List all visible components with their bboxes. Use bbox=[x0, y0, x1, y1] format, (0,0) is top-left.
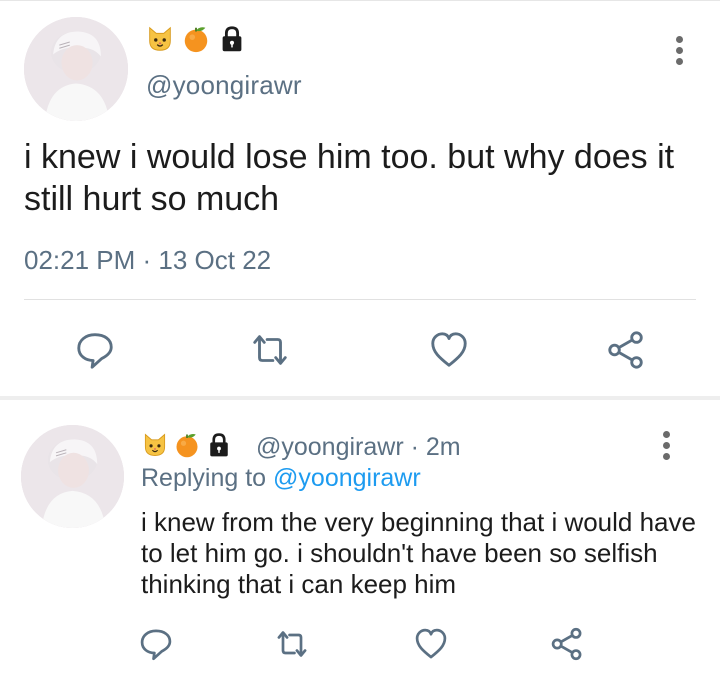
lock-icon bbox=[217, 24, 247, 54]
replying-to: Replying to @yoongirawr bbox=[141, 464, 421, 493]
cat-face-icon bbox=[141, 431, 169, 459]
like-icon[interactable] bbox=[428, 329, 470, 371]
user-handle[interactable]: @yoongirawr bbox=[146, 70, 302, 101]
avatar-photo bbox=[21, 425, 124, 528]
lock-icon bbox=[205, 431, 233, 459]
tangerine-icon bbox=[173, 431, 201, 459]
reply-handle-time[interactable]: @yoongirawr · 2m bbox=[256, 433, 461, 462]
avatar-photo bbox=[24, 17, 128, 121]
reply-icon[interactable] bbox=[138, 626, 174, 662]
retweet-icon[interactable] bbox=[274, 626, 310, 662]
replying-prefix: Replying to bbox=[141, 464, 267, 492]
avatar[interactable] bbox=[21, 425, 124, 528]
name-emoji-row bbox=[141, 431, 233, 459]
more-options-icon[interactable] bbox=[674, 36, 684, 69]
tweet-text: i knew i would lose him too. but why doe… bbox=[24, 138, 675, 218]
reply-icon[interactable] bbox=[74, 329, 116, 371]
cat-face-icon bbox=[145, 24, 175, 54]
section-separator bbox=[0, 396, 720, 400]
share-icon[interactable] bbox=[605, 329, 647, 371]
like-icon[interactable] bbox=[413, 626, 449, 662]
main-tweet: @yoongirawr i knew i would lose him too.… bbox=[0, 0, 720, 396]
more-options-icon[interactable] bbox=[661, 431, 671, 464]
name-emoji-row bbox=[145, 24, 247, 54]
tweet-timestamp[interactable]: 02:21 PM · 13 Oct 22 bbox=[24, 245, 271, 276]
share-icon[interactable] bbox=[549, 626, 585, 662]
tangerine-icon bbox=[181, 24, 211, 54]
retweet-icon[interactable] bbox=[249, 329, 291, 371]
divider bbox=[24, 299, 696, 300]
reply-text: i knew from the very beginning that i wo… bbox=[141, 507, 696, 599]
avatar[interactable] bbox=[24, 17, 128, 121]
replying-mention-link[interactable]: @yoongirawr bbox=[273, 464, 421, 492]
